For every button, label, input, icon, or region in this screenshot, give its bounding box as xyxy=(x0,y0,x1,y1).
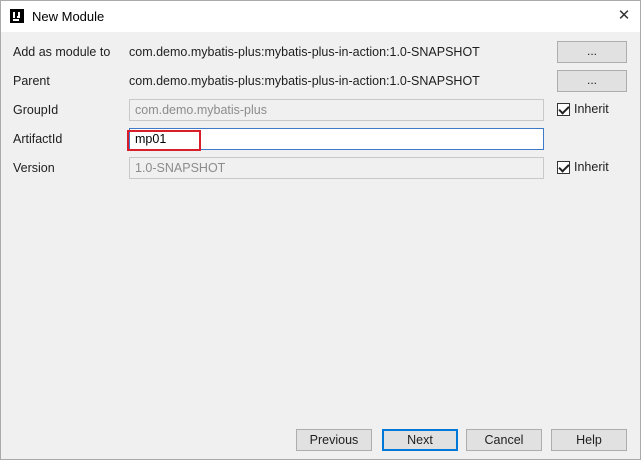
cancel-button[interactable]: Cancel xyxy=(466,429,542,451)
artifact-id-field[interactable] xyxy=(129,128,544,150)
window-title: New Module xyxy=(32,9,105,24)
add-as-module-label: Add as module to xyxy=(13,45,111,59)
title-bar: New Module ✕ xyxy=(1,1,640,32)
version-label: Version xyxy=(13,161,55,175)
checkbox-checked-icon[interactable] xyxy=(557,161,570,174)
group-id-label: GroupId xyxy=(13,103,59,117)
help-button[interactable]: Help xyxy=(551,429,627,451)
version-field[interactable] xyxy=(129,157,544,179)
next-button[interactable]: Next xyxy=(382,429,458,451)
new-module-dialog: New Module ✕ Add as module to com.demo.m… xyxy=(0,0,641,460)
artifact-id-label: ArtifactId xyxy=(13,132,63,146)
add-as-module-browse-button[interactable]: ... xyxy=(557,41,627,63)
group-id-field[interactable] xyxy=(129,99,544,121)
parent-label: Parent xyxy=(13,74,50,88)
checkbox-checked-icon[interactable] xyxy=(557,103,570,116)
version-inherit-label: Inherit xyxy=(574,160,609,174)
parent-value: com.demo.mybatis-plus:mybatis-plus-in-ac… xyxy=(129,74,480,88)
close-icon[interactable]: ✕ xyxy=(614,7,634,25)
add-as-module-value: com.demo.mybatis-plus:mybatis-plus-in-ac… xyxy=(129,45,480,59)
group-id-inherit-label: Inherit xyxy=(574,102,609,116)
parent-browse-button[interactable]: ... xyxy=(557,70,627,92)
intellij-app-icon xyxy=(10,9,24,23)
previous-button[interactable]: Previous xyxy=(296,429,372,451)
